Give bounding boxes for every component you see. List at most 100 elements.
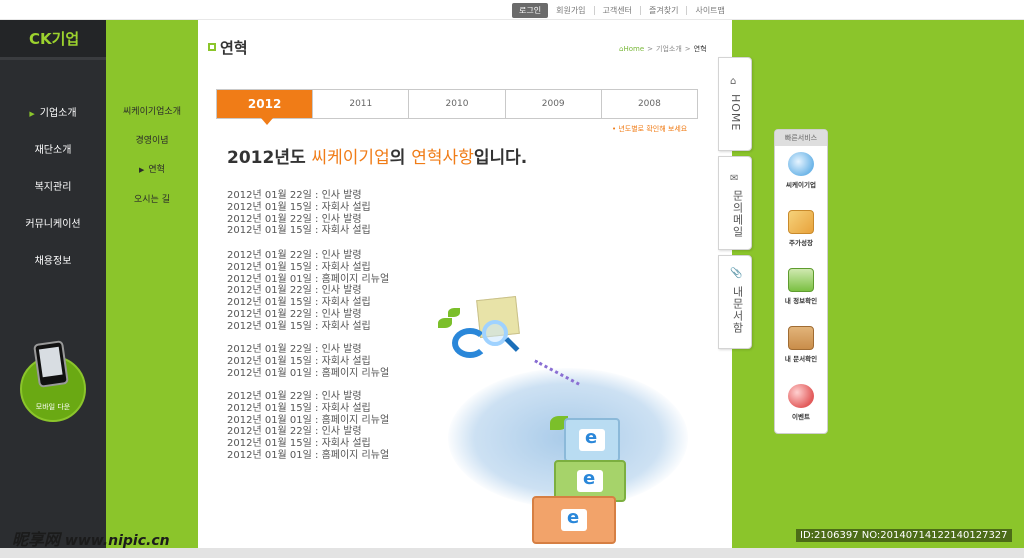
mobile-download-label: 모바일 다운 bbox=[35, 403, 71, 411]
sub-sidebar: 씨케이기업소개 경영이념 ▶ 연혁 오시는 길 bbox=[106, 20, 198, 550]
history-entry: 2012년 01월 01일 : 홈페이지 리뉴얼 bbox=[227, 414, 390, 426]
headline-post: 입니다. bbox=[473, 148, 528, 168]
watermark-right: ID:2106397 NO:20140714122140127327 bbox=[796, 529, 1012, 542]
history-entry: 2012년 01월 15일 : 자회사 설립 bbox=[227, 320, 371, 332]
history-entry: 2012년 01월 22일 : 인사 발령 bbox=[227, 250, 362, 261]
history-entry: 2012년 01월 22일 : 인사 발령 bbox=[227, 308, 362, 320]
breadcrumb: ⌂ Home > 기업소개 > 연혁 bbox=[619, 44, 707, 54]
quick-item-company[interactable]: 씨케이기업 bbox=[775, 152, 827, 189]
quick-item-event[interactable]: 이벤트 bbox=[775, 384, 827, 421]
home-icon: ⌂ bbox=[730, 76, 737, 87]
quick-item-label: 주가성장 bbox=[789, 239, 813, 247]
history-entry: 2012년 01월 15일 : 자회사 설립 bbox=[227, 402, 371, 414]
tab-2012[interactable]: 2012 bbox=[217, 90, 313, 125]
page-title: 연혁 bbox=[220, 39, 248, 57]
box-icon bbox=[788, 326, 814, 350]
watermark-left-site: www.nipic.cn bbox=[60, 533, 170, 549]
quick-item-mydocs[interactable]: 내 문서확인 bbox=[775, 326, 827, 363]
arrow-right-icon: ▶ bbox=[29, 110, 35, 118]
balloon-icon bbox=[788, 384, 814, 408]
customer-center-link[interactable]: 고객센터 bbox=[593, 5, 640, 15]
history-entry: 2012년 01월 15일 : 자회사 설립 bbox=[227, 297, 371, 309]
year-note: • 년도별로 확인해 보세요 bbox=[612, 125, 688, 133]
sub-item-directions[interactable]: 오시는 길 bbox=[106, 192, 198, 205]
history-entry: 2012년 01월 22일 : 인사 발령 bbox=[227, 426, 362, 438]
logo[interactable]: CK기업 bbox=[0, 20, 106, 60]
bookmark-link[interactable]: 즐겨찾기 bbox=[640, 5, 686, 15]
quick-item-label: 이벤트 bbox=[792, 413, 810, 421]
headline-mid: 의 bbox=[389, 148, 412, 168]
watermark-left-brand: 昵享网 bbox=[12, 530, 61, 549]
history-entry: 2012년 01월 01일 : 홈페이지 리뉴얼 bbox=[227, 273, 390, 285]
sub-item-label: 오시는 길 bbox=[134, 195, 170, 205]
logo-text: CK기업 bbox=[29, 30, 80, 48]
history-entry: 2012년 01월 15일 : 자회사 설립 bbox=[227, 355, 371, 367]
chevron-right-icon: > bbox=[684, 45, 691, 53]
quick-item-label: 내 정보확인 bbox=[784, 297, 818, 305]
clip-icon: 📎 bbox=[730, 268, 743, 279]
history-group: 2012년 01월 22일 : 인사 발령 2012년 01월 15일 : 자회… bbox=[227, 250, 427, 333]
watermark-left: 昵享网 www.nipic.cn bbox=[12, 526, 170, 550]
quick-item-label: 내 문서확인 bbox=[784, 355, 818, 363]
nav-item-label: 재단소개 bbox=[34, 145, 72, 156]
breadcrumb-current: 연혁 bbox=[693, 45, 707, 53]
history-entry: 2012년 01월 01일 : 홈페이지 리뉴얼 bbox=[227, 449, 390, 461]
utility-links: 로그인 회원가입 고객센터 즐겨찾기 사이트맵 bbox=[512, 2, 733, 18]
home-tab-label: HOME bbox=[729, 94, 742, 132]
top-utility-bar: 로그인 회원가입 고객센터 즐겨찾기 사이트맵 bbox=[0, 0, 1024, 20]
decorative-illustration bbox=[428, 296, 728, 548]
history-entry: 2012년 01월 22일 : 인사 발령 bbox=[227, 391, 362, 402]
nav-item-communication[interactable]: 커뮤니케이션 bbox=[0, 215, 106, 230]
history-entry: 2012년 01월 22일 : 인사 발령 bbox=[227, 344, 362, 355]
breadcrumb-home[interactable]: Home bbox=[623, 45, 644, 53]
headline: 2012년도 씨케이기업의 연혁사항입니다. bbox=[227, 143, 527, 168]
history-entry: 2012년 01월 22일 : 인사 발령 bbox=[227, 190, 362, 201]
home-tab[interactable]: ⌂ HOME bbox=[718, 57, 752, 151]
nav-item-label: 채용정보 bbox=[34, 256, 72, 267]
nav-item-welfare[interactable]: 복지관리 bbox=[0, 178, 106, 193]
nav-item-foundation[interactable]: 재단소개 bbox=[0, 141, 106, 156]
sub-item-philosophy[interactable]: 경영이념 bbox=[106, 133, 198, 146]
quick-service-title: 빠른서비스 bbox=[775, 130, 827, 146]
breadcrumb-section[interactable]: 기업소개 bbox=[656, 44, 682, 54]
nav-item-label: 기업소개 bbox=[39, 108, 77, 119]
store-icon bbox=[788, 268, 814, 292]
mail-icon: ✉ bbox=[730, 173, 739, 184]
quick-service-panel: 빠른서비스 씨케이기업 주가성장 내 정보확인 내 문서확인 이벤트 bbox=[774, 129, 828, 434]
quick-item-label: 씨케이기업 bbox=[786, 181, 816, 189]
tab-2008[interactable]: 2008 bbox=[600, 90, 698, 118]
nav-item-company-intro[interactable]: ▶ 기업소개 bbox=[0, 104, 106, 119]
history-group: 2012년 01월 22일 : 인사 발령 2012년 01월 15일 : 자회… bbox=[227, 190, 427, 237]
history-group: 2012년 01월 22일 : 인사 발령 2012년 01월 15일 : 자회… bbox=[227, 391, 427, 462]
tab-2010[interactable]: 2010 bbox=[408, 90, 505, 118]
sub-item-history[interactable]: ▶ 연혁 bbox=[106, 162, 198, 175]
login-button[interactable]: 로그인 bbox=[512, 2, 549, 18]
tab-2011[interactable]: 2011 bbox=[312, 90, 409, 118]
title-square-icon bbox=[208, 43, 216, 51]
mobile-download-button[interactable]: 모바일 다운 bbox=[20, 340, 86, 422]
quick-item-myinfo[interactable]: 내 정보확인 bbox=[775, 268, 827, 305]
sub-item-company-overview[interactable]: 씨케이기업소개 bbox=[106, 104, 198, 117]
orange-box-graphic bbox=[532, 496, 616, 544]
e-logo-icon bbox=[448, 318, 520, 362]
nav-item-recruit[interactable]: 채용정보 bbox=[0, 252, 106, 267]
inquiry-mail-tab[interactable]: ✉ 문의메일 bbox=[718, 156, 752, 250]
year-tabs: 2012 2011 2010 2009 2008 bbox=[216, 89, 698, 125]
history-entry: 2012년 01월 01일 : 홈페이지 리뉴얼 bbox=[227, 367, 390, 379]
history-group: 2012년 01월 22일 : 인사 발령 2012년 01월 15일 : 자회… bbox=[227, 344, 427, 379]
history-entry: 2012년 01월 15일 : 자회사 설립 bbox=[227, 438, 371, 450]
sitemap-link[interactable]: 사이트맵 bbox=[686, 5, 732, 15]
my-documents-tab[interactable]: 📎 내문서함 bbox=[718, 255, 752, 349]
phone-icon bbox=[33, 340, 69, 388]
inquiry-mail-tab-label: 문의메일 bbox=[731, 190, 744, 238]
sub-item-label: 경영이념 bbox=[135, 136, 169, 146]
leaf-graphic bbox=[448, 308, 460, 317]
main-content: 연혁 ⌂ Home > 기업소개 > 연혁 2012 2011 2010 200… bbox=[198, 20, 728, 548]
sub-item-label: 연혁 bbox=[148, 165, 165, 175]
arrow-right-icon: ▶ bbox=[139, 166, 145, 174]
quick-item-stock[interactable]: 주가성장 bbox=[775, 210, 827, 247]
history-entry: 2012년 01월 15일 : 자회사 설립 bbox=[227, 261, 371, 273]
tab-2009[interactable]: 2009 bbox=[504, 90, 601, 118]
chevron-right-icon: > bbox=[647, 45, 653, 53]
signup-link[interactable]: 회원가입 bbox=[548, 6, 593, 15]
